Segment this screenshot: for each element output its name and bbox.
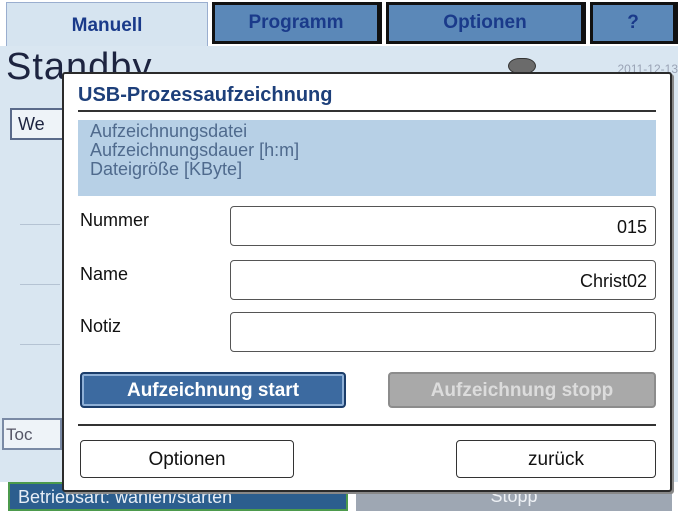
notiz-label: Notiz <box>80 316 122 336</box>
notiz-field[interactable] <box>230 312 656 352</box>
tab-bar: Manuell Programm Optionen ? <box>0 0 678 48</box>
info-line-size: Dateigröße [KByte] <box>90 159 243 179</box>
divider <box>20 224 60 225</box>
background-button[interactable]: We <box>10 108 70 140</box>
nummer-field[interactable]: 015 <box>230 206 656 246</box>
options-button[interactable]: Optionen <box>80 440 294 478</box>
tab-manuell[interactable]: Manuell <box>6 2 208 48</box>
info-line-file: Aufzeichnungsdatei <box>90 121 248 141</box>
name-label: Name <box>80 264 129 284</box>
divider <box>20 284 60 285</box>
info-line-duration: Aufzeichnungsdauer [h:m] <box>90 140 300 160</box>
title-divider <box>78 110 656 112</box>
tab-optionen[interactable]: Optionen <box>386 2 586 44</box>
divider <box>20 344 60 345</box>
dialog-title: USB-Prozessaufzeichnung <box>78 84 333 106</box>
back-button[interactable]: zurück <box>456 440 656 478</box>
nummer-label: Nummer <box>80 210 150 230</box>
name-field[interactable]: Christ02 <box>230 260 656 300</box>
tab-help[interactable]: ? <box>590 2 678 44</box>
tab-programm[interactable]: Programm <box>212 2 382 44</box>
start-recording-button[interactable]: Aufzeichnung start <box>80 372 346 408</box>
stop-recording-button[interactable]: Aufzeichnung stopp <box>388 372 656 408</box>
button-divider <box>78 424 656 426</box>
recording-info-panel: Aufzeichnungsdatei Aufzeichnungsdauer [h… <box>78 120 656 196</box>
background-toc-button[interactable]: Toc <box>2 418 62 450</box>
usb-recording-dialog: USB-Prozessaufzeichnung Aufzeichnungsdat… <box>62 72 672 492</box>
